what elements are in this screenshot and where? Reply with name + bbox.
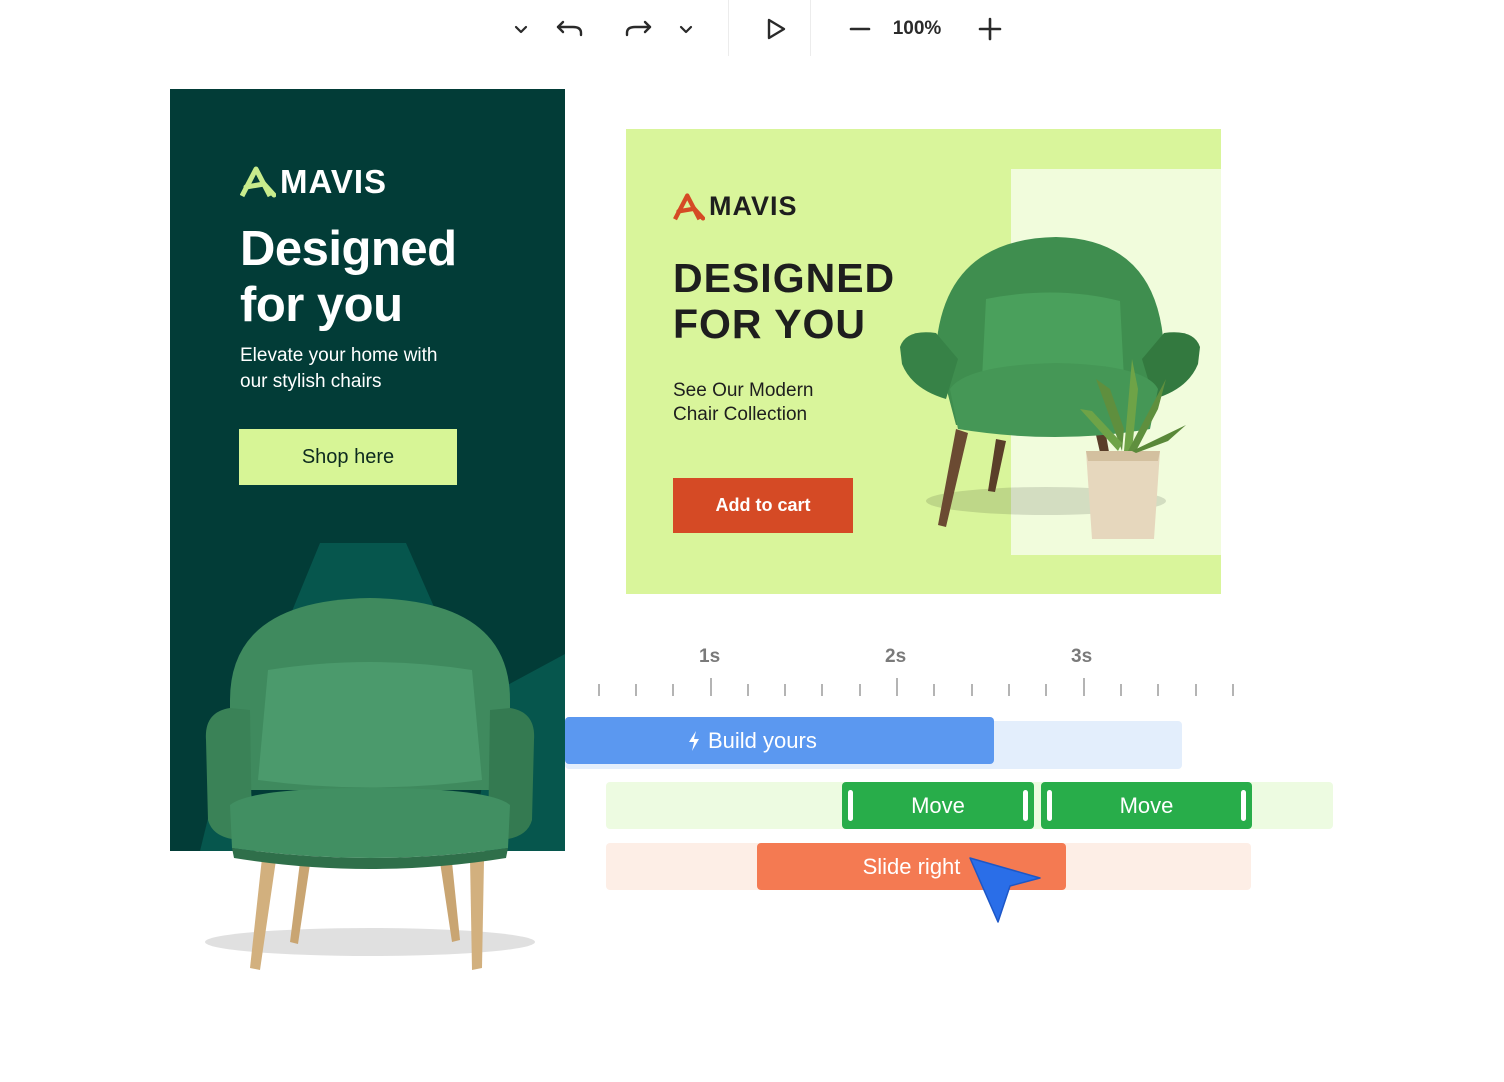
pointer-cursor-icon: [969, 857, 1041, 923]
redo-button[interactable]: [620, 14, 656, 44]
wide-banner-canvas[interactable]: MAVIS DESIGNED FOR YOU See Our Modern Ch…: [626, 129, 1221, 594]
play-icon: [767, 18, 786, 40]
move-clip-2[interactable]: Move: [1041, 782, 1252, 829]
clip-end-handle[interactable]: [1023, 790, 1028, 821]
chevron-down-icon: [679, 25, 693, 34]
green-armchair-image: [205, 598, 535, 970]
subtext: Elevate your home with our stylish chair…: [240, 343, 520, 395]
clip-label: Slide right: [862, 853, 961, 879]
clip-start-handle[interactable]: [1047, 790, 1052, 821]
plus-icon: [978, 17, 1002, 41]
brand-logo: MAVIS: [240, 163, 387, 201]
move-clip-1[interactable]: Move: [842, 782, 1034, 829]
brand-name: MAVIS: [709, 191, 798, 221]
subtext-line: Chair Collection: [673, 404, 808, 425]
tick-label-2s: 2s: [885, 646, 907, 667]
mavis-logo-icon: [240, 166, 276, 198]
redo-icon: [625, 20, 652, 37]
subtext-line: Elevate your home with: [240, 345, 438, 366]
brand-logo: MAVIS: [673, 191, 798, 222]
undo-button[interactable]: [552, 14, 588, 44]
tick-label-1s: 1s: [699, 646, 721, 667]
clip-label: Build yours: [708, 727, 817, 753]
undo-icon: [556, 20, 583, 37]
redo-history-dropdown[interactable]: [673, 14, 699, 44]
undo-history-dropdown[interactable]: [508, 14, 534, 44]
shop-here-button[interactable]: Shop here: [239, 429, 457, 485]
toolbar-divider: [728, 0, 729, 56]
time-ruler[interactable]: [590, 676, 1250, 700]
zoom-out-button[interactable]: [842, 14, 878, 44]
clip-end-handle[interactable]: [1241, 790, 1246, 821]
add-to-cart-button[interactable]: Add to cart: [673, 478, 853, 533]
headline: Designed for you: [240, 221, 550, 333]
minus-icon: [849, 27, 871, 31]
build-yours-clip[interactable]: Build yours: [565, 717, 994, 764]
headline-line: for you: [240, 278, 403, 332]
brand-name: MAVIS: [280, 163, 388, 200]
chevron-down-icon: [514, 25, 528, 34]
zoom-in-button[interactable]: [972, 12, 1008, 46]
subtext: See Our Modern Chair Collection: [673, 379, 873, 427]
lightning-icon: [689, 730, 699, 751]
clip-label: Move: [1119, 792, 1174, 818]
tick-label-3s: 3s: [1071, 646, 1093, 667]
subtext-line: See Our Modern: [673, 380, 814, 401]
armchair-with-plant-image: [900, 237, 1200, 539]
subtext-line: our stylish chairs: [240, 371, 382, 392]
clip-label: Move: [911, 792, 965, 818]
headline-line: Designed: [240, 222, 457, 276]
play-button[interactable]: [758, 12, 794, 46]
clip-start-handle[interactable]: [848, 790, 853, 821]
zoom-level[interactable]: 100%: [878, 14, 956, 44]
mavis-logo-icon: [673, 192, 705, 221]
toolbar-divider: [810, 0, 811, 56]
